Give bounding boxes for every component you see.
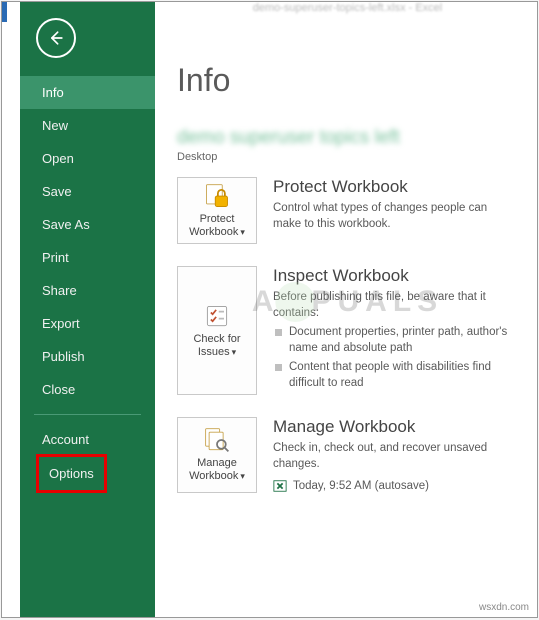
menu-divider [34,414,141,415]
menu-save[interactable]: Save [20,175,155,208]
menu-new[interactable]: New [20,109,155,142]
checklist-icon [203,302,231,330]
lock-icon [203,182,231,210]
manage-heading: Manage Workbook [273,417,518,437]
image-credit: wsxdn.com [479,602,529,613]
inspect-bullet: Document properties, printer path, autho… [273,325,518,356]
check-btn-line2: Issues [198,346,230,358]
dropdown-caret-icon: ▾ [240,227,245,237]
back-button[interactable] [36,18,76,58]
menu-share[interactable]: Share [20,274,155,307]
dropdown-caret-icon: ▾ [232,347,237,357]
protect-btn-line2: Workbook [189,226,238,238]
autosave-entry[interactable]: Today, 9:52 AM (autosave) [273,479,518,493]
menu-save-as[interactable]: Save As [20,208,155,241]
protect-btn-line1: Protect [200,213,235,225]
menu-publish[interactable]: Publish [20,340,155,373]
inspect-bullet: Content that people with disabilities fi… [273,360,518,391]
check-issues-button[interactable]: Check for Issues▾ [177,266,257,395]
inspect-desc: Before publishing this file, be aware th… [273,290,518,321]
backstage-main: demo-superuser-topics-left.xlsx - Excel … [155,2,538,618]
menu-account[interactable]: Account [20,423,155,456]
manage-btn-line2: Workbook [189,470,238,482]
page-title: Info [177,62,518,99]
manage-btn-line1: Manage [197,457,237,469]
autosave-text: Today, 9:52 AM (autosave) [293,480,429,492]
manage-workbook-button[interactable]: Manage Workbook▾ [177,417,257,492]
menu-close[interactable]: Close [20,373,155,406]
menu-info[interactable]: Info [20,76,155,109]
protect-workbook-button[interactable]: Protect Workbook▾ [177,177,257,244]
protect-desc: Control what types of changes people can… [273,201,518,232]
menu-options[interactable]: Options [41,459,102,488]
menu-open[interactable]: Open [20,142,155,175]
section-inspect: Check for Issues▾ Inspect Workbook Befor… [177,266,518,395]
section-manage: Manage Workbook▾ Manage Workbook Check i… [177,417,518,492]
menu-print[interactable]: Print [20,241,155,274]
section-protect: Protect Workbook▾ Protect Workbook Contr… [177,177,518,244]
check-btn-line1: Check for [193,333,240,345]
inspect-heading: Inspect Workbook [273,266,518,286]
dropdown-caret-icon: ▾ [240,471,245,481]
manage-desc: Check in, check out, and recover unsaved… [273,441,518,472]
document-search-icon [203,426,231,454]
window-title: demo-superuser-topics-left.xlsx - Excel [155,2,538,22]
protect-heading: Protect Workbook [273,177,518,197]
arrow-left-icon [46,28,66,48]
excel-file-icon [273,479,287,493]
file-path: Desktop [177,151,518,163]
backstage-sidebar: Info New Open Save Save As Print Share E… [20,2,155,618]
file-title: demo superuser topics left [177,127,518,149]
options-highlight: Options [36,454,107,493]
menu-export[interactable]: Export [20,307,155,340]
